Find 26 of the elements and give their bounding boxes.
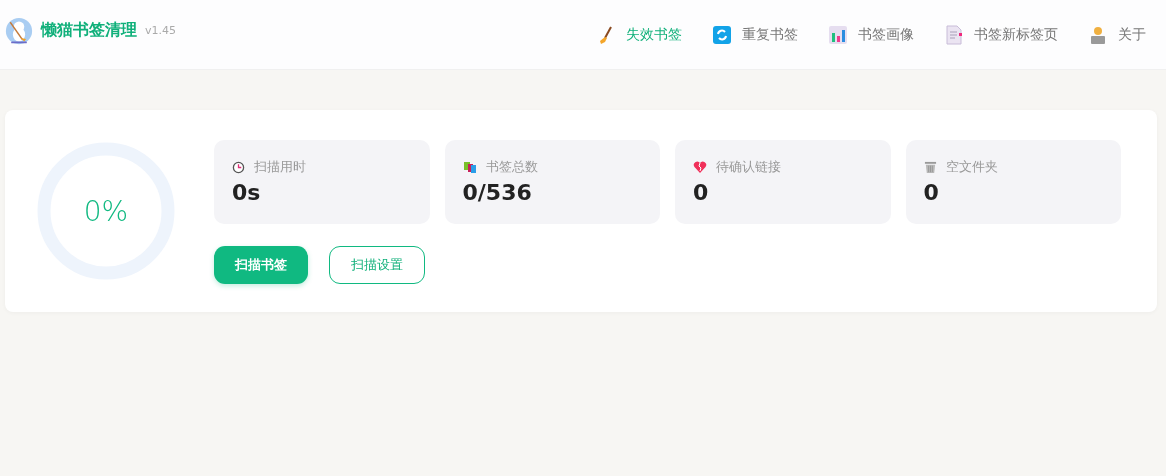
stat-label: 扫描用时 — [254, 158, 306, 176]
nav-tab[interactable]: 书签新标签页 — [944, 24, 1058, 45]
broken-heart-icon — [693, 160, 707, 174]
nav-tab[interactable]: 关于 — [1088, 24, 1146, 45]
books-icon — [462, 160, 477, 174]
stat-label: 空文件夹 — [945, 158, 998, 176]
stat-value: 0/536 — [462, 180, 533, 205]
app-title: 懒猫书签清理 — [41, 20, 137, 41]
settings-button[interactable]: 扫描设置 — [329, 246, 425, 284]
bar-chart-icon — [828, 24, 848, 45]
nav-tab[interactable]: 书签画像 — [828, 24, 914, 45]
scan-button[interactable]: 扫描书签 — [214, 246, 308, 284]
person-laptop-icon — [1088, 24, 1108, 45]
nav-tab[interactable]: 失效书签 — [596, 24, 682, 45]
stat-value: 0 — [923, 180, 940, 205]
stat-label: 书签总数 — [485, 158, 538, 176]
refresh-icon — [712, 24, 732, 45]
stat-value: 0s — [232, 180, 262, 205]
clock-icon — [232, 160, 245, 174]
version-label: v1.45 — [145, 24, 176, 37]
trash-icon — [923, 160, 937, 174]
nav-tab[interactable]: 重复书签 — [712, 24, 798, 45]
stat-label: 待确认链接 — [716, 158, 781, 176]
stat-value: 0 — [693, 180, 710, 205]
document-icon — [944, 24, 964, 45]
progress-percent: 0% — [83, 194, 129, 228]
